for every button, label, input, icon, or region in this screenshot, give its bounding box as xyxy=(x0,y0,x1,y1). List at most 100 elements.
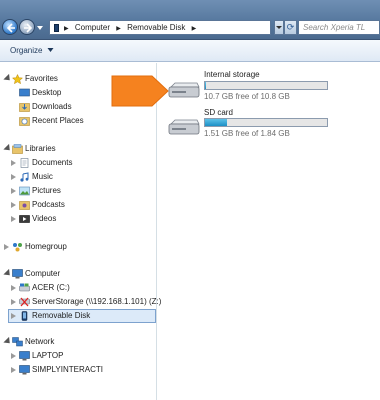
nav-item-label: Videos xyxy=(32,214,57,223)
refresh-icon: ⟳ xyxy=(286,22,295,32)
homegroup-icon xyxy=(13,243,22,252)
recent-places-icon xyxy=(19,117,30,126)
refresh-button[interactable]: ⟳ xyxy=(284,20,297,35)
network-drive-disconnected-icon xyxy=(19,297,30,307)
nav-item-label: Removable Disk xyxy=(32,311,91,320)
nav-item-label: Downloads xyxy=(32,102,72,111)
phone-icon xyxy=(54,24,59,32)
nav-item-label: Recent Places xyxy=(32,116,84,125)
arrow-left-icon xyxy=(6,23,15,33)
navigation-pane: Favorites Desktop Downloads Recent Place… xyxy=(0,63,161,400)
nav-libraries-label: Libraries xyxy=(25,144,56,153)
drive-name: Internal storage xyxy=(204,70,260,79)
collapse-arrow-icon[interactable] xyxy=(11,285,16,291)
nav-homegroup-label: Homegroup xyxy=(25,242,67,251)
nav-item-recent-places[interactable]: Recent Places xyxy=(0,115,150,128)
drive-name: SD card xyxy=(204,108,233,117)
collapse-arrow-icon[interactable] xyxy=(11,353,16,359)
nav-computer-label: Computer xyxy=(25,269,61,278)
breadcrumb-removable-disk[interactable]: Removable Disk xyxy=(127,23,185,32)
forward-button[interactable] xyxy=(19,19,35,35)
address-dropdown-button[interactable] xyxy=(274,20,284,35)
desktop-icon xyxy=(19,88,30,97)
nav-item-videos[interactable]: Videos xyxy=(0,213,150,226)
music-icon xyxy=(20,172,29,182)
nav-item-label: Pictures xyxy=(32,186,61,195)
nav-favorites-label: Favorites xyxy=(25,74,58,83)
removable-drive-icon xyxy=(168,82,200,98)
collapse-arrow-icon[interactable] xyxy=(11,202,16,208)
nav-item-label: SIMPLYINTERACTI xyxy=(32,365,103,374)
nav-homegroup[interactable]: Homegroup xyxy=(0,241,150,254)
drive-free-space: 1.51 GB free of 1.84 GB xyxy=(204,129,290,138)
storage-usage-fill xyxy=(205,82,207,89)
computer-icon xyxy=(12,269,23,279)
chevron-down-icon xyxy=(47,48,54,52)
nav-item-acer-drive[interactable]: ACER (C:) xyxy=(0,282,150,295)
collapse-arrow-icon[interactable] xyxy=(4,244,9,250)
nav-item-label: Music xyxy=(32,172,53,181)
documents-icon xyxy=(20,158,29,168)
command-bar: Organize xyxy=(0,40,380,62)
nav-libraries[interactable]: Libraries xyxy=(0,143,150,156)
breadcrumb: ▶ Computer ▶ Removable Disk ▶ xyxy=(64,23,200,32)
nav-item-music[interactable]: Music xyxy=(0,171,150,184)
nav-item-label: Desktop xyxy=(32,88,62,97)
hard-drive-icon xyxy=(19,283,30,292)
network-icon xyxy=(12,337,23,347)
nav-item-label: Documents xyxy=(32,158,73,167)
collapse-arrow-icon[interactable] xyxy=(11,174,16,180)
collapse-arrow-icon[interactable] xyxy=(11,216,16,222)
removable-drive-icon xyxy=(168,119,200,135)
libraries-icon xyxy=(12,144,23,154)
collapse-arrow-icon[interactable] xyxy=(11,367,16,373)
nav-item-label: LAPTOP xyxy=(32,351,64,360)
collapse-arrow-icon[interactable] xyxy=(11,313,16,319)
title-bar: ▶ Computer ▶ Removable Disk ▶ ⟳ Search X… xyxy=(0,0,380,40)
recent-pages-icon[interactable] xyxy=(36,24,44,32)
breadcrumb-separator-icon[interactable]: ▶ xyxy=(64,26,69,32)
podcasts-icon xyxy=(19,201,30,210)
nav-item-removable-disk[interactable]: Removable Disk xyxy=(8,309,156,323)
breadcrumb-separator-icon[interactable]: ▶ xyxy=(192,26,197,32)
collapse-arrow-icon[interactable] xyxy=(11,299,16,305)
videos-icon xyxy=(19,215,30,223)
phone-icon xyxy=(21,311,28,321)
arrow-right-icon xyxy=(24,23,33,33)
breadcrumb-computer[interactable]: Computer xyxy=(75,23,110,32)
storage-usage-bar xyxy=(204,118,328,127)
network-computer-icon xyxy=(19,365,30,375)
star-icon xyxy=(12,74,23,84)
nav-item-pictures[interactable]: Pictures xyxy=(0,185,150,198)
nav-item-podcasts[interactable]: Podcasts xyxy=(0,199,150,212)
storage-usage-fill xyxy=(205,119,227,126)
search-input[interactable]: Search Xperia TL xyxy=(298,20,380,35)
drive-free-space: 10.7 GB free of 10.8 GB xyxy=(204,92,290,101)
organize-button[interactable]: Organize xyxy=(10,46,54,55)
nav-item-label: Podcasts xyxy=(32,200,65,209)
nav-item-laptop[interactable]: LAPTOP xyxy=(0,350,150,363)
nav-item-label: ServerStorage (\\192.168.1.101) (Z:) xyxy=(32,297,162,306)
address-bar[interactable]: ▶ Computer ▶ Removable Disk ▶ xyxy=(49,20,271,35)
collapse-arrow-icon[interactable] xyxy=(11,188,16,194)
storage-usage-bar xyxy=(204,81,328,90)
breadcrumb-separator-icon[interactable]: ▶ xyxy=(116,26,121,32)
collapse-arrow-icon[interactable] xyxy=(11,160,16,166)
nav-item-server-storage[interactable]: ServerStorage (\\192.168.1.101) (Z:) xyxy=(0,296,161,309)
callout-arrow-icon xyxy=(111,75,169,107)
back-button[interactable] xyxy=(2,19,18,35)
nav-network-label: Network xyxy=(25,337,55,346)
nav-computer[interactable]: Computer xyxy=(0,268,150,281)
nav-network[interactable]: Network xyxy=(0,336,150,349)
nav-item-documents[interactable]: Documents xyxy=(0,157,150,170)
nav-item-label: ACER (C:) xyxy=(32,283,70,292)
nav-item-simplyinteracti[interactable]: SIMPLYINTERACTI xyxy=(0,364,150,377)
downloads-folder-icon xyxy=(19,103,30,112)
drive-internal-storage[interactable]: Internal storage 10.7 GB free of 10.8 GB xyxy=(168,70,338,104)
search-placeholder: Search Xperia TL xyxy=(303,23,366,32)
organize-label: Organize xyxy=(10,46,43,55)
pictures-icon xyxy=(19,186,30,196)
chevron-down-icon xyxy=(276,26,282,29)
drive-sd-card[interactable]: SD card 1.51 GB free of 1.84 GB xyxy=(168,108,338,142)
network-computer-icon xyxy=(19,351,30,361)
